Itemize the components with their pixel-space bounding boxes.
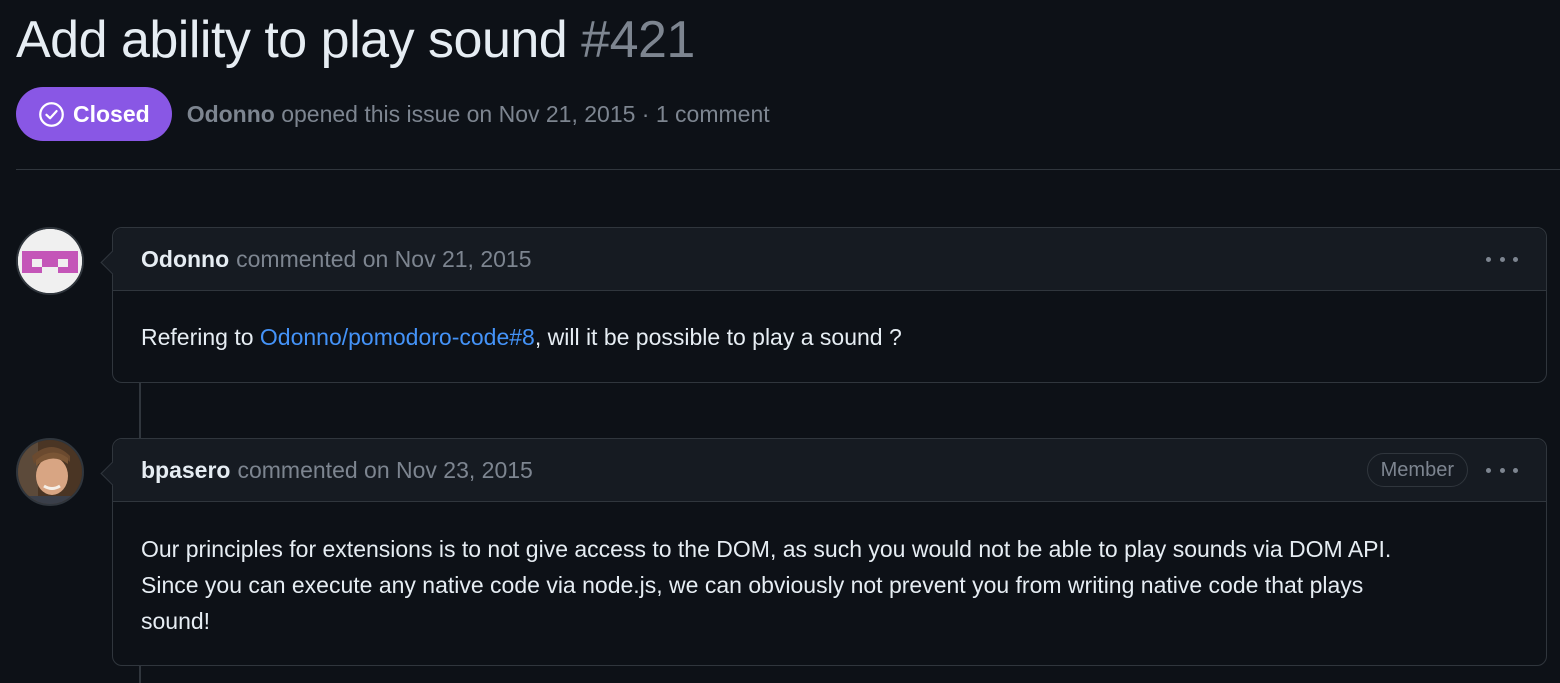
comment-body: Refering to Odonno/pomodoro-code#8, will… xyxy=(113,291,1546,355)
comment-text-line: sound! xyxy=(141,608,211,634)
comment-text-line: Since you can execute any native code vi… xyxy=(141,572,1364,598)
comment-meta[interactable]: commented on Nov 21, 2015 xyxy=(236,246,531,273)
closed-state-badge: Closed xyxy=(16,87,172,141)
comment-meta[interactable]: commented on Nov 23, 2015 xyxy=(237,457,532,484)
comment-author-link[interactable]: bpasero xyxy=(141,457,230,484)
issue-opened-text: opened this issue on Nov 21, 2015 · 1 co… xyxy=(281,100,770,127)
issue-reference-link[interactable]: Odonno/pomodoro-code#8 xyxy=(260,324,535,350)
more-options-icon[interactable] xyxy=(1486,460,1518,480)
state-label: Closed xyxy=(73,100,150,127)
issue-page: Add ability to play sound #421 Closed Od… xyxy=(0,0,1560,683)
issue-title-text: Add ability to play sound xyxy=(16,11,568,69)
member-badge: Member xyxy=(1366,453,1468,487)
comment-card: bpasero commented on Nov 23, 2015 Member… xyxy=(112,438,1547,666)
timeline-connector xyxy=(139,383,141,438)
comment-header-actions xyxy=(1486,249,1518,269)
photo-avatar[interactable] xyxy=(16,438,84,506)
comment-header-actions: Member xyxy=(1366,453,1518,487)
comment-header: Odonno commented on Nov 21, 2015 xyxy=(113,228,1546,291)
avatar-image xyxy=(18,440,82,504)
issue-number: #421 xyxy=(581,11,695,69)
check-circle-icon xyxy=(39,101,64,127)
comment-text: Refering to xyxy=(141,324,260,350)
comment-body: Our principles for extensions is to not … xyxy=(113,502,1546,639)
issue-meta: Odonno opened this issue on Nov 21, 2015… xyxy=(187,101,770,128)
issue-author-link[interactable]: Odonno xyxy=(187,101,275,127)
comment-author-link[interactable]: Odonno xyxy=(141,246,229,273)
comment-card: Odonno commented on Nov 21, 2015 Referin… xyxy=(112,227,1547,383)
issue-title: Add ability to play sound #421 xyxy=(16,10,695,70)
timeline-connector xyxy=(139,666,141,683)
identicon-avatar[interactable] xyxy=(16,227,84,295)
header-divider xyxy=(16,169,1560,170)
comment-text-line: Our principles for extensions is to not … xyxy=(141,536,1392,562)
issue-state-row: Closed Odonno opened this issue on Nov 2… xyxy=(16,87,770,141)
avatar-image xyxy=(18,229,82,293)
comment-header: bpasero commented on Nov 23, 2015 Member xyxy=(113,439,1546,502)
comment-text: , will it be possible to play a sound ? xyxy=(534,324,902,350)
more-options-icon[interactable] xyxy=(1486,249,1518,269)
